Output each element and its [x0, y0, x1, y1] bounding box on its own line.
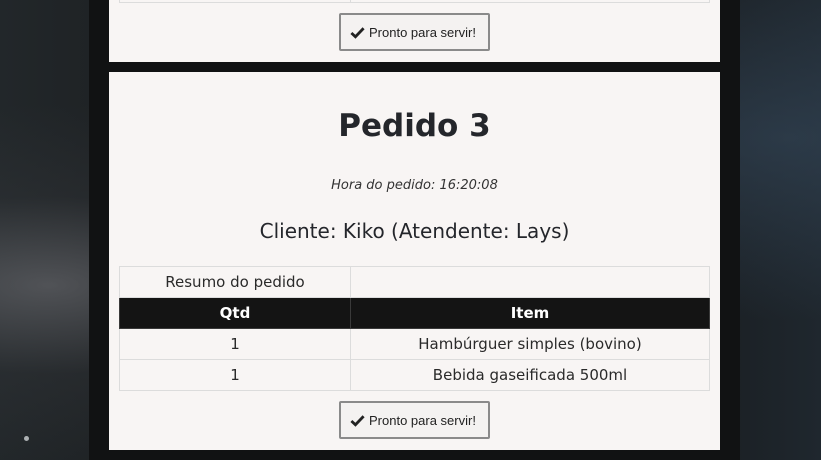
- previous-order-table: [119, 0, 710, 3]
- ready-button-label: Pronto para servir!: [369, 24, 476, 40]
- background-light-spot: [24, 436, 29, 441]
- check-icon: [350, 414, 365, 427]
- ready-button-label: Pronto para servir!: [369, 412, 476, 428]
- row-qty: 1: [119, 328, 351, 360]
- table-row: 1 Hambúrguer simples (bovino): [119, 328, 710, 360]
- row-item: Hambúrguer simples (bovino): [350, 328, 710, 360]
- table-row: 1 Bebida gaseificada 500ml: [119, 359, 710, 391]
- column-header-item: Item: [350, 297, 710, 329]
- summary-label: Resumo do pedido: [119, 266, 351, 298]
- ready-to-serve-button[interactable]: Pronto para servir!: [339, 13, 490, 51]
- row-item: Bebida gaseificada 500ml: [350, 359, 710, 391]
- order-table: Resumo do pedido Qtd Item 1 Hambúrguer s…: [119, 266, 710, 391]
- ready-to-serve-button[interactable]: Pronto para servir!: [339, 401, 490, 439]
- order-client: Cliente: Kiko (Atendente: Lays): [259, 219, 570, 243]
- order-time: Hora do pedido: 16:20:08: [331, 178, 498, 193]
- order-card: Pedido 3 Hora do pedido: 16:20:08 Client…: [109, 72, 720, 450]
- summary-value: [350, 266, 710, 298]
- check-icon: [350, 26, 365, 39]
- table-header-row: Qtd Item: [119, 297, 710, 329]
- column-header-qty: Qtd: [119, 297, 351, 329]
- summary-row: Resumo do pedido: [119, 266, 710, 298]
- order-title: Pedido 3: [338, 108, 491, 144]
- row-qty: 1: [119, 359, 351, 391]
- order-card-previous: Pronto para servir!: [109, 0, 720, 62]
- table-divider: [350, 0, 351, 3]
